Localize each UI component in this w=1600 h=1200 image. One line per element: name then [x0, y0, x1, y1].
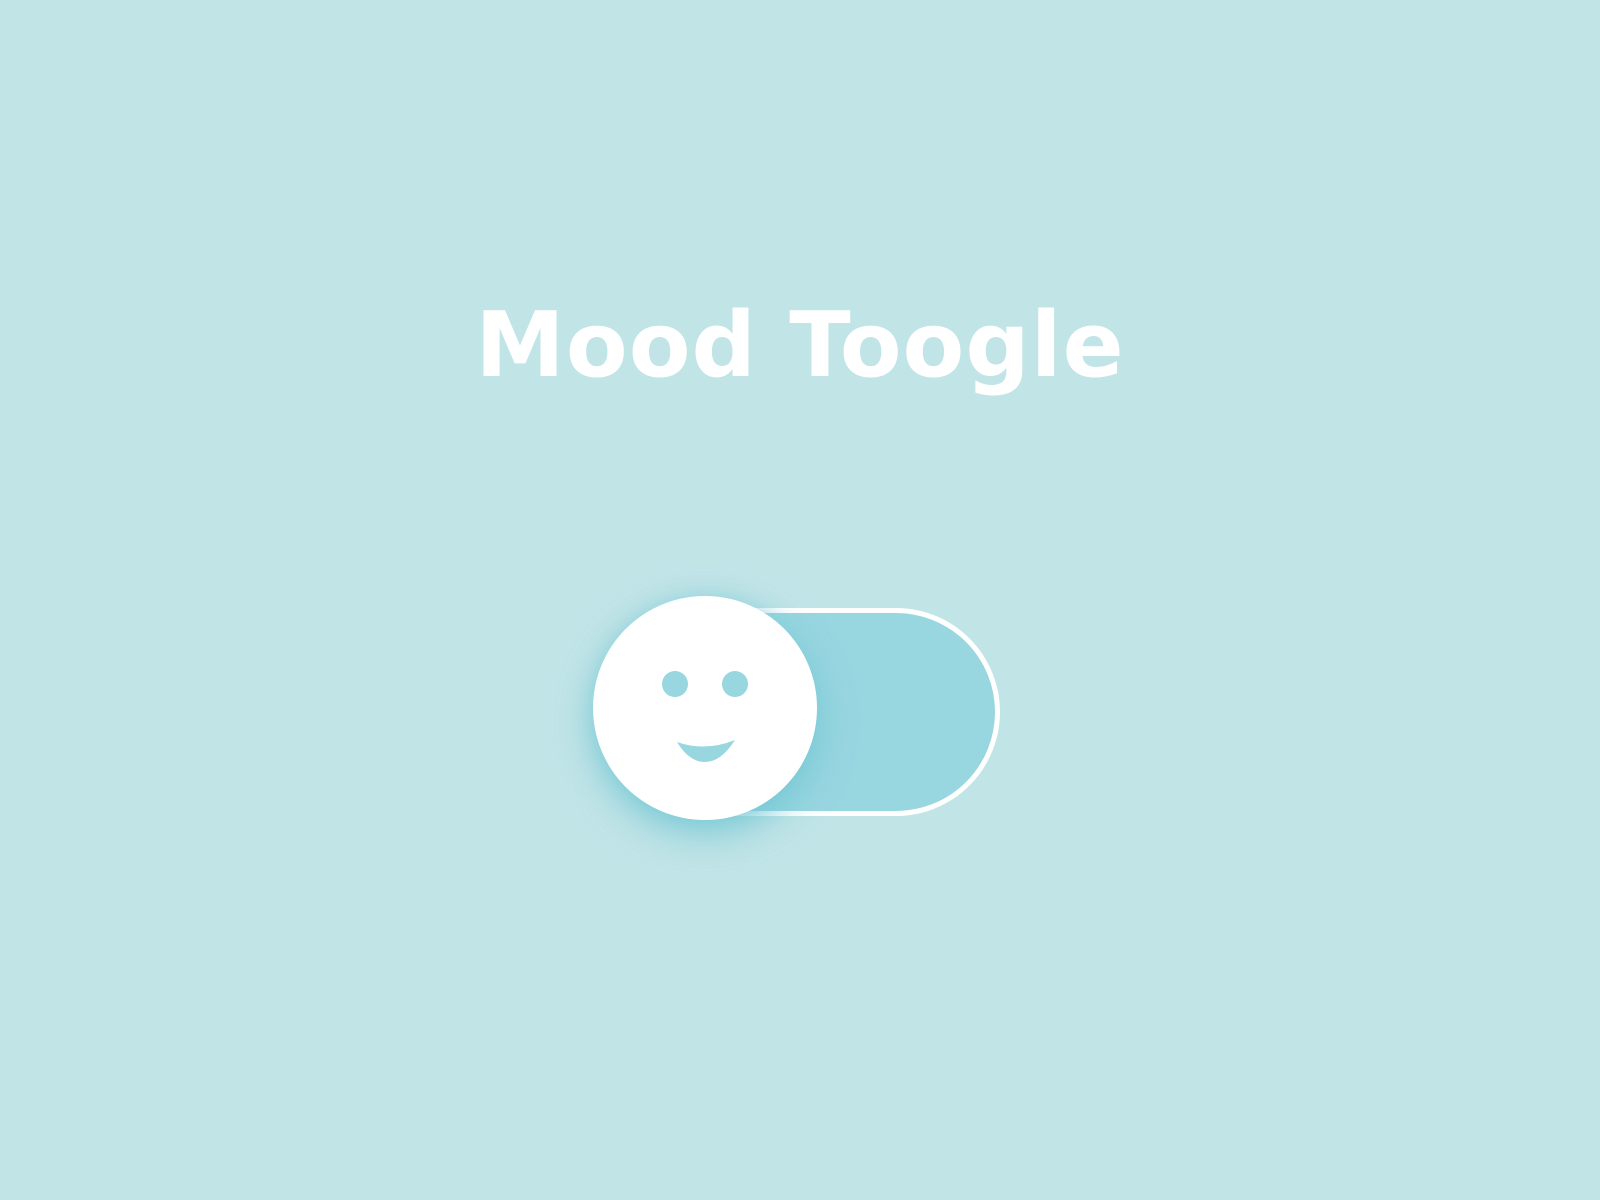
- left-eye: [662, 671, 688, 697]
- smile-mouth: [677, 740, 735, 762]
- page-title: Mood Toogle: [475, 293, 1125, 398]
- right-eye: [722, 671, 748, 697]
- toggle-knob[interactable]: [593, 596, 817, 820]
- page: Mood Toogle: [0, 0, 1600, 1200]
- mood-toggle-switch[interactable]: [593, 596, 1000, 820]
- smiley-face-icon: [662, 671, 748, 762]
